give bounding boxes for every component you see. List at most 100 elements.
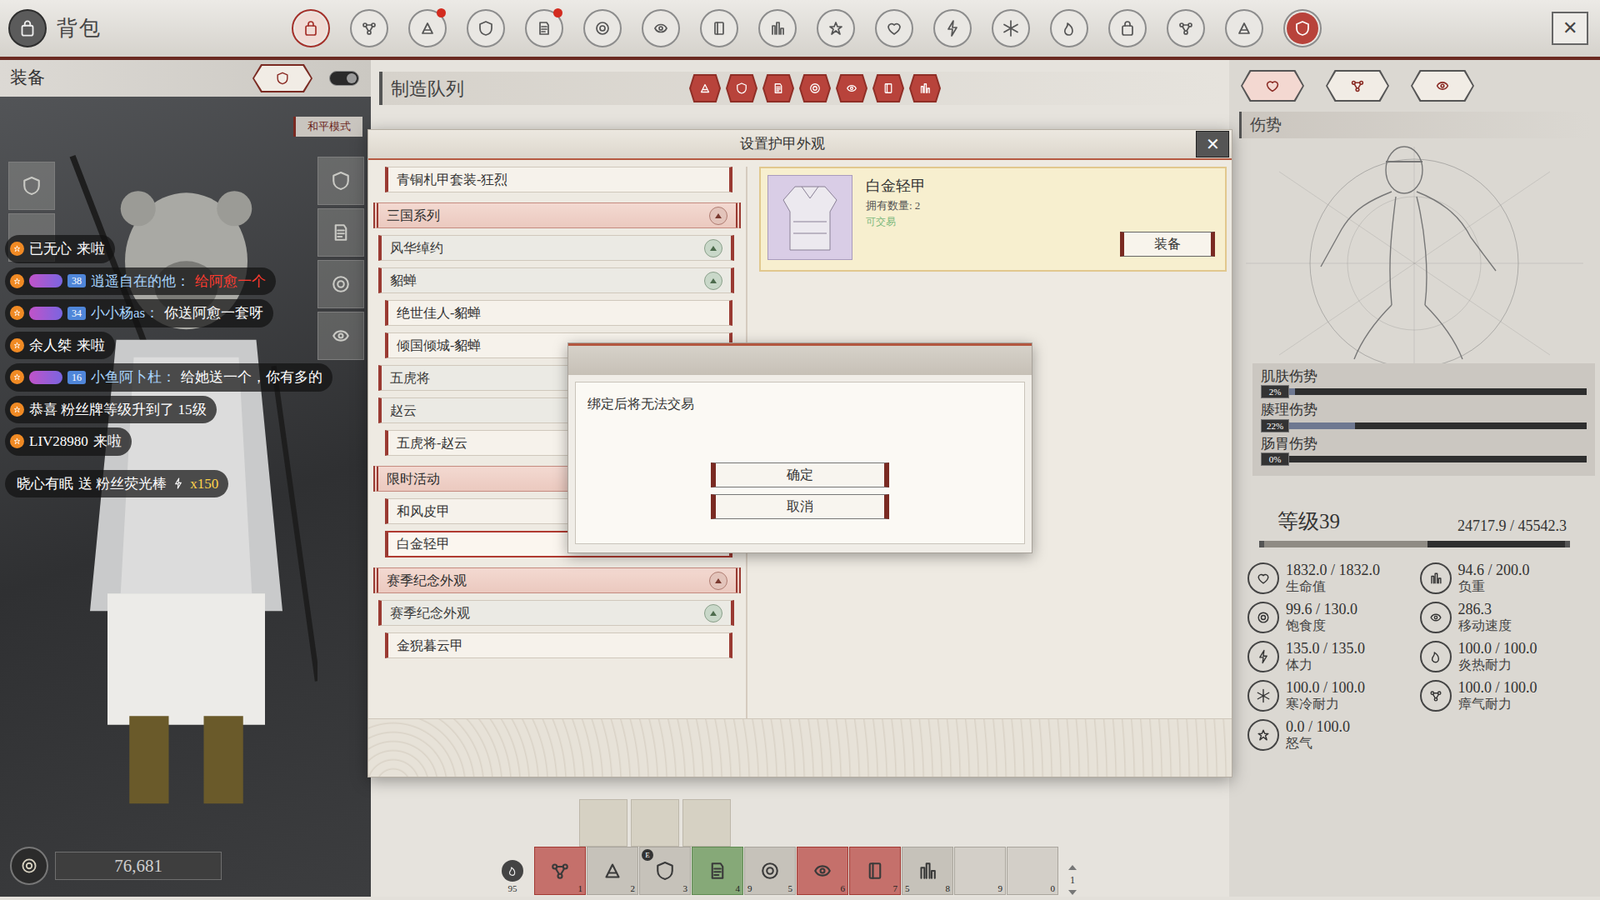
injury-row: 腠理伤势22%	[1260, 401, 1587, 432]
chevron-up-icon[interactable]	[709, 206, 728, 225]
weapon-filter-button[interactable]	[689, 74, 721, 103]
appearance-list-subgroup[interactable]: 风华绰约	[378, 235, 735, 261]
hotbar-slot[interactable]: 2	[586, 846, 639, 895]
equipment-slot[interactable]	[8, 161, 55, 210]
fan-badge-icon	[10, 338, 25, 353]
dialog-title: 设置护甲外观	[368, 133, 1196, 155]
menu-tab[interactable]	[758, 9, 797, 48]
hotbar-slot[interactable]: 6	[796, 846, 849, 895]
menu-tab[interactable]	[875, 9, 914, 48]
food-filter-button[interactable]	[799, 74, 831, 103]
menu-tab[interactable]	[408, 9, 447, 48]
hotbar-slot[interactable]: 4	[691, 846, 744, 895]
item-icon	[862, 858, 888, 884]
menu-tab[interactable]	[466, 9, 505, 48]
building-filter-button[interactable]	[835, 74, 868, 103]
equipment-slot[interactable]	[317, 156, 365, 205]
stat-label: 饱食度	[1285, 618, 1358, 634]
stats-grid: 1832.0 / 1832.0生命值94.6 / 200.0负重99.6 / 1…	[1229, 547, 1600, 751]
mode-label[interactable]: 和平模式	[293, 116, 363, 137]
chevron-up-icon[interactable]	[704, 271, 723, 290]
hotbar-slot[interactable]: 95	[744, 846, 796, 895]
page-up-icon[interactable]	[1068, 865, 1077, 870]
appearance-list-item[interactable]: 青铜札甲套装-狂烈	[385, 166, 733, 193]
status-tab[interactable]	[1410, 70, 1475, 102]
hotkey-label: 1	[578, 884, 584, 894]
menu-tab[interactable]	[1108, 9, 1147, 48]
menu-tab[interactable]	[700, 9, 739, 48]
injury-bar	[1289, 388, 1587, 395]
row-label: 白金轻甲	[396, 534, 450, 555]
quest-icon	[936, 12, 969, 45]
stat-value: 100.0 / 100.0	[1458, 640, 1538, 658]
chevron-up-icon[interactable]	[704, 239, 723, 258]
menu-tab[interactable]	[1050, 9, 1089, 48]
beast-icon	[703, 12, 735, 45]
appearance-list-subgroup[interactable]: 赛季纪念外观	[378, 600, 735, 626]
menu-tab[interactable]	[1166, 9, 1205, 48]
item-icon	[915, 858, 940, 884]
menu-tab[interactable]	[641, 9, 680, 48]
stat-value: 286.3	[1458, 601, 1512, 619]
menu-tab[interactable]	[991, 9, 1030, 48]
tool-filter-button[interactable]	[762, 74, 795, 103]
appearance-list-item[interactable]: 金猊暮云甲	[385, 632, 733, 659]
confirm-button[interactable]: 确定	[710, 462, 890, 488]
fan-club-badge	[29, 306, 63, 320]
hunger-icon	[1247, 601, 1280, 634]
dialog-footer	[368, 718, 1232, 777]
chevron-up-icon[interactable]	[704, 604, 723, 623]
quick-slot[interactable]	[682, 799, 731, 847]
appearance-list-group[interactable]: 三国系列	[373, 202, 741, 229]
menu-tab[interactable]	[933, 9, 972, 48]
appearance-list-item[interactable]: 绝世佳人-貂蝉	[385, 300, 733, 326]
menu-tab[interactable]	[1283, 9, 1322, 48]
hotbar-slot[interactable]: 58	[901, 846, 954, 895]
equipment-slot[interactable]	[317, 260, 365, 309]
ammo-counter: 95	[495, 860, 530, 896]
queue-header: 制造队列	[379, 71, 1221, 105]
menu-tab[interactable]	[816, 9, 855, 48]
equipment-slot[interactable]	[317, 208, 365, 257]
equip-button[interactable]: 装备	[1120, 231, 1215, 257]
rage-icon	[1247, 719, 1280, 751]
quick-slot[interactable]	[630, 799, 680, 847]
equipment-filter-button[interactable]	[252, 64, 313, 93]
equipment-slot[interactable]	[317, 311, 365, 360]
page-down-icon[interactable]	[1068, 890, 1077, 895]
stat-label: 瘴气耐力	[1458, 696, 1538, 712]
chat-message: 16小鱼阿卜杜：给她送一个，你有多的	[5, 363, 333, 392]
status-tab[interactable]	[1240, 70, 1305, 102]
quick-slot[interactable]	[579, 799, 628, 847]
appearance-list-subgroup[interactable]: 貂蝉	[378, 267, 735, 294]
medicine-filter-button[interactable]	[872, 74, 905, 103]
search-filter-button[interactable]	[909, 74, 941, 103]
menu-tab[interactable]	[1225, 9, 1264, 48]
close-button[interactable]: ✕	[1551, 11, 1589, 45]
hotbar-slot[interactable]: 7	[849, 846, 901, 895]
stat-value: 1832.0 / 1832.0	[1285, 562, 1380, 580]
hotbar-slot[interactable]: 1	[534, 846, 586, 895]
status-tab[interactable]	[1325, 70, 1390, 102]
injury-name: 腠理伤势	[1260, 401, 1587, 419]
ammo-count: 95	[508, 881, 518, 896]
menu-tab[interactable]	[350, 9, 389, 48]
menu-tab[interactable]	[291, 9, 330, 48]
equipment-toggle[interactable]	[329, 70, 360, 86]
chat-message: 34小小杨as：你送阿愈一套呀	[5, 299, 274, 328]
alert-dot	[553, 8, 563, 18]
search-icon	[917, 80, 933, 96]
dialog-close-button[interactable]: ✕	[1195, 130, 1230, 158]
menu-tab[interactable]	[525, 9, 564, 48]
cancel-button[interactable]: 取消	[710, 494, 890, 520]
hotbar-slot[interactable]: E3	[639, 846, 691, 895]
hotbar-slot[interactable]: 0	[1006, 846, 1059, 895]
queue-title: 制造队列	[382, 75, 690, 103]
scroll-icon	[528, 12, 560, 45]
appearance-list-group[interactable]: 赛季纪念外观	[373, 567, 741, 594]
chat-user: 晓心有眠	[16, 473, 74, 495]
armor-filter-button[interactable]	[725, 74, 758, 103]
chevron-up-icon[interactable]	[709, 571, 728, 590]
hotbar-slot[interactable]: 9	[954, 846, 1006, 895]
menu-tab[interactable]	[583, 9, 622, 48]
